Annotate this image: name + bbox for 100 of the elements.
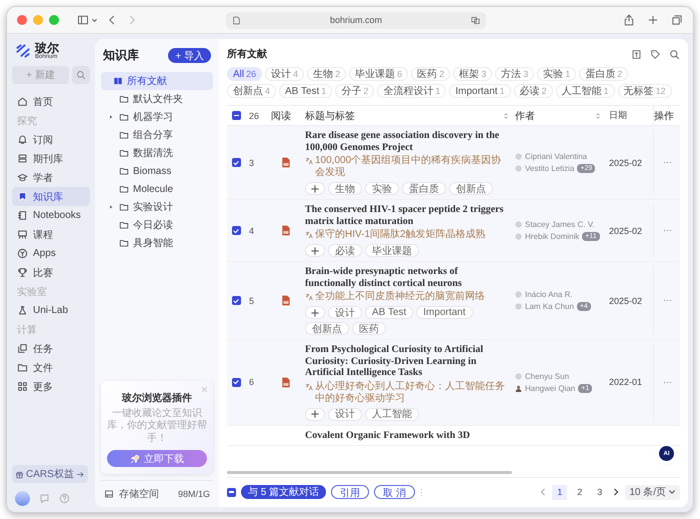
select-all-checkbox[interactable] [227, 488, 236, 496]
folder-item[interactable]: 具身智能 [101, 234, 213, 252]
sort-icon[interactable] [503, 112, 509, 120]
row-checkbox[interactable] [232, 378, 240, 387]
page-button[interactable]: 1 [552, 484, 568, 500]
tag-filter[interactable]: Important 1 [449, 84, 511, 98]
tag-filter[interactable]: 毕业课题 6 [349, 67, 408, 81]
document-icon[interactable] [631, 48, 642, 60]
horizontal-scrollbar[interactable] [227, 471, 512, 474]
add-tag-button[interactable] [305, 306, 325, 319]
tag-filter[interactable]: 全流程设计 1 [377, 84, 446, 98]
nav-item[interactable]: Uni-Lab [12, 301, 90, 320]
nav-item[interactable]: 更多 [12, 377, 90, 396]
tag-filter[interactable]: 方法 3 [495, 67, 534, 81]
paper-tag[interactable]: 毕业课题 [365, 244, 419, 257]
nav-item[interactable]: 任务 [12, 339, 90, 358]
nav-item[interactable]: 知识库 [12, 187, 90, 206]
tag-filter[interactable]: All 26 [227, 67, 262, 81]
tag-filter[interactable]: 分子 2 [335, 84, 374, 98]
pdf-icon[interactable] [281, 376, 291, 388]
folder-item[interactable]: 所有文献 [101, 72, 213, 90]
select-all-checkbox[interactable] [232, 111, 240, 120]
tag-filter[interactable]: 人工智能 1 [556, 84, 615, 98]
tag-filter[interactable]: 实验 1 [537, 67, 576, 81]
paper-tag[interactable]: AB Test [365, 306, 414, 319]
row-checkbox[interactable] [232, 158, 240, 167]
tag-filter[interactable]: 创新点 4 [227, 84, 276, 98]
paper-tag[interactable]: 创新点 [449, 182, 493, 195]
tag-filter[interactable]: 蛋白质 2 [579, 67, 628, 81]
paper-tag[interactable]: Important [416, 306, 473, 319]
search-button[interactable] [72, 66, 90, 84]
search-icon[interactable] [669, 48, 680, 60]
tag-filter[interactable]: 医药 2 [411, 67, 450, 81]
new-tab-icon[interactable] [647, 14, 659, 26]
paper-title[interactable]: Covalent Organic Framework with 3D [305, 430, 509, 441]
paper-tag[interactable]: 设计 [328, 408, 362, 420]
chevron-down-icon[interactable] [91, 16, 98, 24]
caret-icon[interactable] [109, 205, 113, 209]
folder-item[interactable]: 默认文件夹 [101, 90, 213, 108]
tag-filter[interactable]: 必读 2 [514, 84, 553, 98]
nav-item[interactable]: 订阅 [12, 130, 90, 149]
paper-title[interactable]: The conserved HIV-1 spacer peptide 2 triggers matrix lattice maturation [305, 204, 509, 227]
nav-item[interactable]: 学者 [12, 168, 90, 187]
tabs-icon[interactable] [671, 14, 683, 26]
tag-filter[interactable]: 无标签 12 [618, 84, 672, 98]
address-bar[interactable]: bohrium.com [226, 12, 486, 28]
nav-item[interactable]: 期刊库 [12, 149, 90, 168]
tag-filter[interactable]: AB Test 1 [279, 84, 332, 98]
tag-icon[interactable] [650, 48, 661, 60]
nav-item[interactable]: Notebooks [12, 206, 90, 225]
import-button[interactable]: + 导入 [168, 48, 211, 63]
chat-button[interactable]: 与 5 篇文献对话 [241, 485, 326, 499]
folder-item[interactable]: Biomass [101, 162, 213, 180]
folder-item[interactable]: 实验设计 [101, 198, 213, 216]
nav-item[interactable]: 比赛 [12, 263, 90, 282]
nav-item[interactable]: Apps [12, 244, 90, 263]
tag-filter[interactable]: 生物 2 [307, 67, 346, 81]
tag-filter[interactable]: 设计 4 [265, 67, 304, 81]
paper-tag[interactable]: 蛋白质 [402, 182, 446, 195]
paper-title[interactable]: From Psychological Curiosity to Artificial Curiosity: Curiosity-Driven Learning in Artificial Intelligence Tasks [305, 344, 509, 378]
pdf-icon[interactable] [281, 157, 291, 168]
nav-item[interactable]: 课程 [12, 225, 90, 244]
nav-item[interactable]: 文件 [12, 358, 90, 377]
close-button[interactable] [17, 15, 27, 25]
paper-tag[interactable]: 人工智能 [365, 408, 419, 420]
pdf-icon[interactable] [281, 295, 291, 306]
paper-title[interactable]: Rare disease gene association discovery in the 100,000 Genomes Project [305, 130, 509, 153]
paper-tag[interactable]: 实验 [365, 182, 399, 195]
add-tag-button[interactable] [305, 182, 325, 195]
paper-tag[interactable]: 医药 [352, 322, 386, 335]
benefits-button[interactable]: CARS权益 [12, 465, 88, 483]
folder-item[interactable]: 今日必读 [101, 216, 213, 234]
sidebar-toggle-icon[interactable] [77, 14, 89, 26]
add-tag-button[interactable] [305, 244, 325, 257]
pdf-icon[interactable] [281, 225, 291, 236]
row-checkbox[interactable] [232, 226, 240, 235]
share-icon[interactable] [623, 14, 635, 26]
folder-item[interactable]: 数据清洗 [101, 144, 213, 162]
sort-icon[interactable] [595, 112, 601, 120]
tag-filter[interactable]: 框架 3 [453, 67, 492, 81]
next-page-icon[interactable] [612, 488, 620, 496]
paper-tag[interactable]: 必读 [328, 244, 362, 257]
row-checkbox[interactable] [232, 296, 240, 305]
paper-tag[interactable]: 创新点 [305, 322, 349, 335]
add-tag-button[interactable] [305, 408, 325, 420]
folder-item[interactable]: 机器学习 [101, 108, 213, 126]
caret-icon[interactable] [109, 115, 113, 119]
page-button[interactable]: 2 [572, 484, 588, 500]
page-size-select[interactable]: 10 条/页 [625, 484, 680, 500]
folder-item[interactable]: 组合分享 [101, 126, 213, 144]
user-avatar[interactable] [15, 491, 30, 506]
page-button[interactable]: 3 [592, 484, 608, 500]
paper-tag[interactable]: 设计 [328, 306, 362, 319]
folder-item[interactable]: Molecule [101, 180, 213, 198]
cite-button[interactable]: 引用 [331, 485, 370, 499]
translate-icon[interactable] [471, 16, 480, 24]
nav-item[interactable]: 首页 [12, 92, 90, 111]
paper-tag[interactable]: 生物 [328, 182, 362, 195]
paper-title[interactable]: Brain-wide presynaptic networks of functionally distinct cortical neurons [305, 266, 509, 289]
cancel-button[interactable]: 取 消 [374, 485, 415, 499]
